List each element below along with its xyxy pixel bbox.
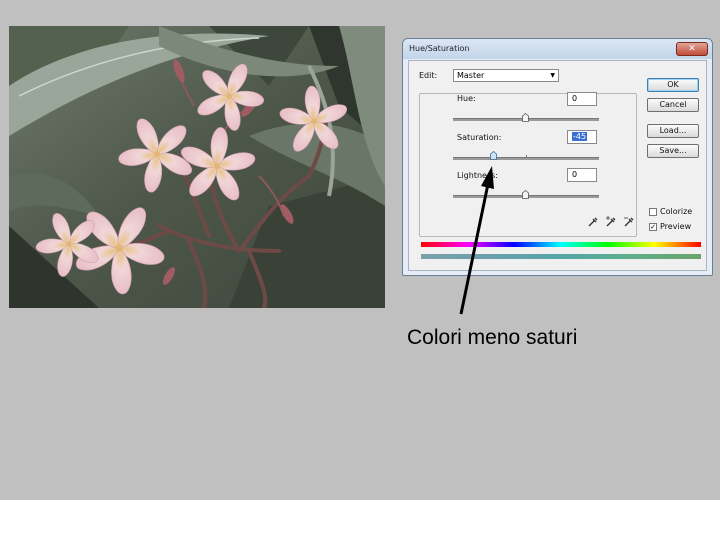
saturation-slider-thumb[interactable] <box>490 151 497 160</box>
ok-button[interactable]: OK <box>647 78 699 92</box>
eyedropper-icon[interactable] <box>587 216 599 228</box>
chevron-down-icon: ▼ <box>550 72 555 79</box>
close-icon[interactable]: ✕ <box>676 42 708 56</box>
eyedropper-plus-icon[interactable] <box>605 216 617 228</box>
lightness-slider-thumb[interactable] <box>522 190 529 199</box>
preview-label: Preview <box>660 222 692 231</box>
saturation-label: Saturation: <box>457 133 502 142</box>
lightness-input[interactable]: 0 <box>567 168 597 182</box>
dialog-body: Edit: Master ▼ Hue: 0 Saturation: -45 Li… <box>408 60 707 271</box>
lightness-label: Lightness: <box>457 171 498 180</box>
eyedropper-minus-icon[interactable] <box>623 216 635 228</box>
slide-background: Hue/Saturation ✕ Edit: Master ▼ Hue: 0 S… <box>0 0 720 500</box>
save-button[interactable]: Save... <box>647 144 699 158</box>
hue-label: Hue: <box>457 94 476 103</box>
plumeria-photo <box>9 26 385 308</box>
load-button[interactable]: Load... <box>647 124 699 138</box>
edit-channel-select[interactable]: Master ▼ <box>453 69 559 82</box>
colorize-label: Colorize <box>660 207 693 216</box>
input-spectrum-bar <box>421 242 701 247</box>
edit-channel-value: Master <box>457 71 485 80</box>
dialog-titlebar[interactable]: Hue/Saturation ✕ <box>403 39 712 59</box>
hue-input[interactable]: 0 <box>567 92 597 106</box>
cancel-button[interactable]: Cancel <box>647 98 699 112</box>
edit-label: Edit: <box>419 71 438 80</box>
hue-slider-thumb[interactable] <box>522 113 529 122</box>
output-spectrum-bar <box>421 254 701 259</box>
preview-checkbox[interactable]: ✓ <box>649 223 657 231</box>
hue-saturation-dialog: Hue/Saturation ✕ Edit: Master ▼ Hue: 0 S… <box>402 38 713 276</box>
colorize-checkbox[interactable] <box>649 208 657 216</box>
saturation-input[interactable]: -45 <box>567 130 597 144</box>
saturation-value: -45 <box>572 132 588 141</box>
annotation-caption: Colori meno saturi <box>407 326 578 349</box>
dialog-title: Hue/Saturation <box>409 44 470 53</box>
saturation-center-tick <box>526 155 527 158</box>
